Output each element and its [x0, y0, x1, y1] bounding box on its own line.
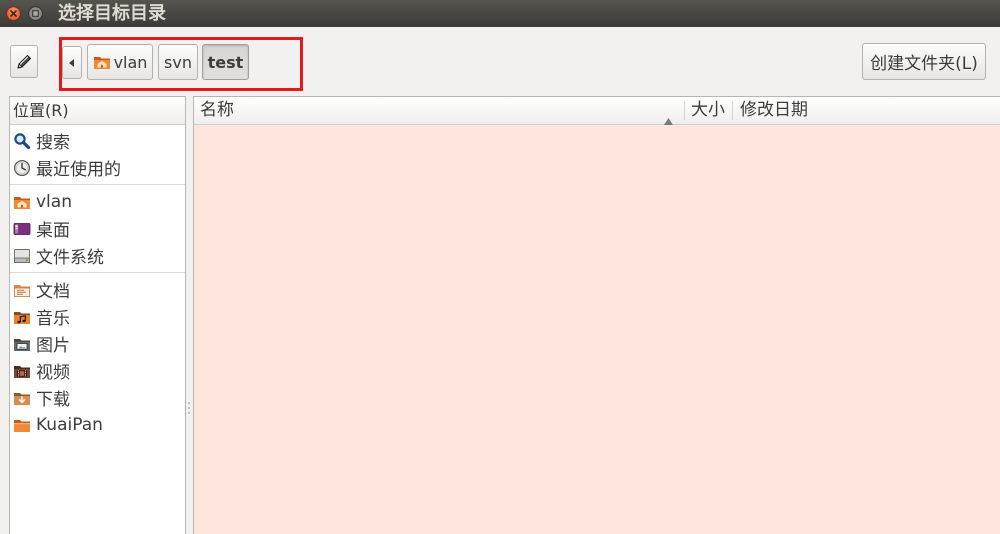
- path-button-svn[interactable]: svn: [158, 44, 198, 80]
- places-separator: [10, 184, 185, 185]
- column-header-name[interactable]: 名称: [194, 97, 685, 125]
- place-item-label: 文档: [36, 282, 70, 302]
- home-folder-icon: [93, 53, 111, 71]
- close-icon[interactable]: [6, 6, 21, 21]
- downloads-folder-icon: [13, 389, 31, 407]
- filesystem-icon: [13, 247, 31, 265]
- create-folder-button[interactable]: 创建文件夹(L): [862, 43, 986, 80]
- recent-icon: [13, 159, 31, 177]
- places-header: 位置(R): [10, 97, 185, 125]
- place-item-search[interactable]: 搜索: [10, 127, 185, 154]
- path-button-label: test: [207, 52, 244, 72]
- place-item-label: 文件系统: [36, 248, 104, 268]
- path-button-label: svn: [164, 52, 192, 72]
- places-sidebar: 位置(R) 搜索 最近使用的 vlan 桌面 文件系统 文档 音乐 图片 视频 …: [9, 96, 186, 534]
- path-button-label: vlan: [113, 52, 148, 72]
- place-item-filesystem[interactable]: 文件系统: [10, 242, 185, 269]
- sort-ascending-icon: [664, 107, 673, 125]
- left-arrow-icon: [69, 58, 75, 67]
- place-item-desktop[interactable]: 桌面: [10, 215, 185, 242]
- window-title: 选择目标目录: [58, 3, 166, 24]
- column-header-size[interactable]: 大小: [685, 97, 733, 124]
- place-item-home[interactable]: vlan: [10, 188, 185, 215]
- pictures-folder-icon: [13, 335, 31, 353]
- pane-resize-handle[interactable]: [186, 96, 193, 534]
- music-folder-icon: [13, 308, 31, 326]
- place-item-pictures[interactable]: 图片: [10, 330, 185, 357]
- place-item-label: 最近使用的: [36, 160, 121, 180]
- column-header-label: 修改日期: [740, 100, 808, 120]
- grip-dots: [188, 402, 191, 416]
- folder-icon: [13, 416, 31, 434]
- places-list: 搜索 最近使用的 vlan 桌面 文件系统 文档 音乐 图片 视频 下载 Kua…: [10, 125, 185, 438]
- pencil-icon: [15, 53, 33, 71]
- minimize-icon[interactable]: [28, 6, 43, 21]
- place-item-recent[interactable]: 最近使用的: [10, 154, 185, 181]
- place-item-label: KuaiPan: [36, 414, 103, 435]
- column-header-modified[interactable]: 修改日期: [733, 97, 1000, 124]
- path-button-vlan[interactable]: vlan: [87, 44, 153, 80]
- path-back-button[interactable]: [62, 46, 82, 79]
- column-headers: 名称 大小 修改日期: [194, 97, 1000, 125]
- place-item-label: vlan: [36, 191, 72, 212]
- path-button-test[interactable]: test: [202, 44, 249, 80]
- place-item-label: 下载: [36, 390, 70, 410]
- place-item-documents[interactable]: 文档: [10, 276, 185, 303]
- place-item-label: 图片: [36, 336, 70, 356]
- file-list: 名称 大小 修改日期: [193, 96, 1000, 534]
- place-item-label: 视频: [36, 363, 70, 383]
- home-folder-icon: [13, 193, 31, 211]
- documents-folder-icon: [13, 281, 31, 299]
- file-list-body[interactable]: [194, 125, 1000, 534]
- places-separator: [10, 272, 185, 273]
- column-header-label: 大小: [691, 100, 725, 120]
- edit-location-button[interactable]: [10, 45, 38, 78]
- title-bar[interactable]: 选择目标目录: [0, 0, 1000, 27]
- videos-folder-icon: [13, 362, 31, 380]
- search-icon: [13, 132, 31, 150]
- place-item-label: 桌面: [36, 221, 70, 241]
- place-item-downloads[interactable]: 下载: [10, 384, 185, 411]
- create-folder-label: 创建文件夹(L): [870, 54, 978, 74]
- place-item-videos[interactable]: 视频: [10, 357, 185, 384]
- column-header-label: 名称: [200, 100, 234, 120]
- place-item-label: 音乐: [36, 309, 70, 329]
- desktop-icon: [13, 220, 31, 238]
- place-item-label: 搜索: [36, 133, 70, 153]
- place-item-kuaipan[interactable]: KuaiPan: [10, 411, 185, 438]
- place-item-music[interactable]: 音乐: [10, 303, 185, 330]
